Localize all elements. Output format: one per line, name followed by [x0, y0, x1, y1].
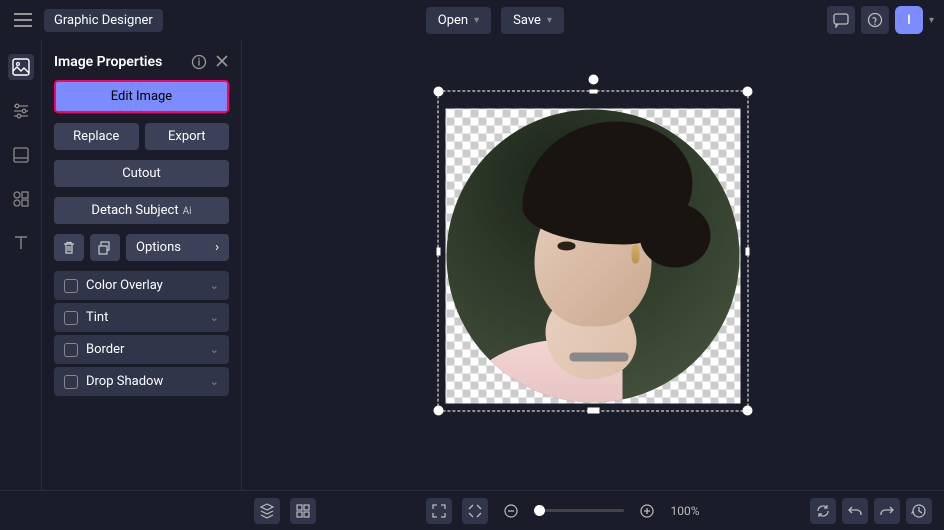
edit-image-button[interactable]: Edit Image [54, 80, 229, 113]
checkbox-icon[interactable] [64, 311, 78, 325]
shapes-tool-icon[interactable] [8, 186, 34, 212]
resize-handle-bl[interactable] [434, 406, 444, 416]
replace-button[interactable]: Replace [54, 123, 139, 150]
zoom-in-icon[interactable] [634, 498, 660, 524]
selection-box[interactable] [438, 91, 749, 412]
chevron-down-icon: ▾ [547, 15, 552, 26]
help-icon[interactable] [861, 6, 889, 34]
options-dropdown[interactable]: Options › [126, 234, 229, 261]
resize-handle-right[interactable] [746, 247, 750, 255]
options-label: Options [136, 240, 181, 255]
options-row: Options › [54, 234, 229, 261]
checkbox-icon[interactable] [64, 375, 78, 389]
effect-label: Color Overlay [86, 278, 202, 293]
effect-drop-shadow[interactable]: Drop Shadow ⌄ [54, 367, 229, 396]
panel-header: Image Properties [54, 54, 229, 70]
grid-icon[interactable] [290, 498, 316, 524]
user-avatar[interactable]: I [895, 6, 923, 34]
save-dropdown[interactable]: Save ▾ [501, 7, 564, 34]
bottombar-center: 100% [426, 498, 699, 524]
resize-handle-br[interactable] [743, 406, 753, 416]
fullscreen-icon[interactable] [426, 498, 452, 524]
bottombar: 100% [0, 490, 944, 530]
topbar: Graphic Designer Open ▾ Save ▾ I ▾ [0, 0, 944, 40]
history-icon[interactable] [906, 498, 932, 524]
effects-list: Color Overlay ⌄ Tint ⌄ Border ⌄ Drop Shadow… [54, 271, 229, 398]
effect-label: Border [86, 342, 202, 357]
properties-panel: Image Properties Edit Image Replace Expo… [42, 40, 242, 490]
chevron-down-icon[interactable]: ▾ [929, 15, 934, 26]
text-tool-icon[interactable] [8, 230, 34, 256]
zoom-percent: 100% [670, 504, 699, 518]
fit-icon[interactable] [462, 498, 488, 524]
undo-icon[interactable] [842, 498, 868, 524]
export-button[interactable]: Export [145, 123, 230, 150]
effect-border[interactable]: Border ⌄ [54, 335, 229, 364]
resize-handle-tl[interactable] [434, 87, 444, 97]
topbar-right: I ▾ [827, 6, 934, 34]
resize-handle-left[interactable] [437, 247, 441, 255]
bottombar-left [254, 498, 316, 524]
effect-label: Drop Shadow [86, 374, 202, 389]
chat-icon[interactable] [827, 6, 855, 34]
ai-badge: Ai [183, 206, 192, 217]
replace-export-row: Replace Export [54, 123, 229, 150]
zoom-slider-thumb[interactable] [534, 505, 545, 516]
app-body: Image Properties Edit Image Replace Expo… [0, 40, 944, 490]
chevron-right-icon: › [215, 240, 219, 255]
duplicate-button[interactable] [90, 234, 120, 261]
info-icon[interactable] [191, 54, 207, 70]
panel-tool-icon[interactable] [8, 142, 34, 168]
panel-title: Image Properties [54, 54, 162, 70]
cutout-button[interactable]: Cutout [54, 160, 229, 187]
rotate-handle[interactable] [588, 75, 598, 85]
selected-image[interactable] [446, 109, 741, 404]
portrait-bracelet [570, 353, 629, 362]
delete-button[interactable] [54, 234, 84, 261]
checkbox-icon[interactable] [64, 343, 78, 357]
topbar-center: Open ▾ Save ▾ [426, 7, 564, 34]
detach-subject-button[interactable]: Detach Subject Ai [54, 197, 229, 224]
resize-handle-top[interactable] [589, 90, 597, 94]
open-label: Open [438, 13, 468, 28]
chevron-down-icon: ▾ [474, 15, 479, 26]
chevron-down-icon: ⌄ [210, 279, 219, 292]
panel-header-icons [191, 54, 229, 70]
refresh-icon[interactable] [810, 498, 836, 524]
bottombar-right [810, 498, 932, 524]
checkbox-icon[interactable] [64, 279, 78, 293]
canvas-area[interactable] [242, 40, 944, 490]
image-tool-icon[interactable] [8, 54, 34, 80]
layers-icon[interactable] [254, 498, 280, 524]
open-dropdown[interactable]: Open ▾ [426, 7, 491, 34]
zoom-slider[interactable] [534, 509, 624, 512]
app-title[interactable]: Graphic Designer [44, 9, 163, 32]
zoom-out-icon[interactable] [498, 498, 524, 524]
effect-tint[interactable]: Tint ⌄ [54, 303, 229, 332]
chevron-down-icon: ⌄ [210, 343, 219, 356]
resize-handle-tr[interactable] [743, 87, 753, 97]
topbar-left: Graphic Designer [10, 9, 163, 32]
detach-subject-label: Detach Subject [91, 203, 178, 218]
tool-strip [0, 40, 42, 490]
resize-handle-bottom[interactable] [587, 408, 599, 414]
chevron-down-icon: ⌄ [210, 311, 219, 324]
hamburger-menu-icon[interactable] [10, 9, 36, 31]
redo-icon[interactable] [874, 498, 900, 524]
adjust-tool-icon[interactable] [8, 98, 34, 124]
chevron-down-icon: ⌄ [210, 375, 219, 388]
effect-color-overlay[interactable]: Color Overlay ⌄ [54, 271, 229, 300]
effect-label: Tint [86, 310, 202, 325]
save-label: Save [513, 13, 541, 28]
close-icon[interactable] [215, 54, 229, 70]
